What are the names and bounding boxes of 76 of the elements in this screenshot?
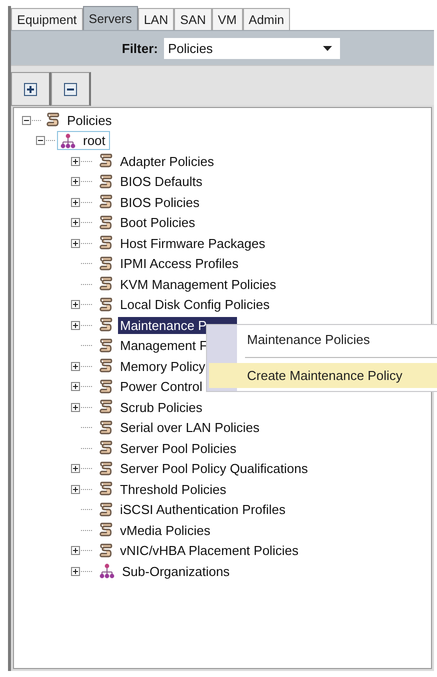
scroll-icon <box>99 214 113 231</box>
tab[interactable]: SAN <box>174 8 212 30</box>
tree-item[interactable]: vMedia Policies <box>118 522 212 539</box>
tree-item[interactable]: BIOS Defaults <box>118 173 204 190</box>
tree-item[interactable]: root <box>81 132 108 150</box>
expand-toggle[interactable] <box>71 156 80 166</box>
tree-item[interactable]: Sub-Organizations <box>120 562 232 580</box>
scroll-icon <box>99 153 113 170</box>
scroll-icon <box>99 481 113 498</box>
scroll-icon <box>99 440 113 456</box>
tree-item[interactable]: KVM Management Policies <box>118 276 278 293</box>
tree-item[interactable]: Local Disk Config Policies <box>118 296 272 314</box>
tree-item[interactable]: iSCSI Authentication Profiles <box>118 501 288 518</box>
expand-toggle[interactable] <box>71 238 80 248</box>
expand-all-button[interactable] <box>11 72 51 106</box>
scroll-icon <box>99 542 113 559</box>
scroll-icon <box>99 522 113 538</box>
tree-item[interactable]: Memory Policy <box>118 358 208 375</box>
expand-toggle[interactable] <box>71 382 80 392</box>
tab[interactable]: VM <box>212 8 243 30</box>
scroll-icon <box>99 460 113 477</box>
tree-item[interactable]: BIOS Policies <box>118 194 202 211</box>
scroll-icon <box>99 235 113 252</box>
expand-toggle[interactable] <box>71 402 80 412</box>
plus-icon <box>24 82 37 96</box>
tree-item[interactable]: Adapter Policies <box>118 152 216 170</box>
tree-item[interactable]: Boot Policies <box>118 214 198 232</box>
expand-toggle[interactable] <box>71 546 80 556</box>
tree-item[interactable]: Server Pool Policy Qualifications <box>118 460 310 478</box>
scroll-icon <box>99 420 113 436</box>
scroll-icon <box>99 194 113 210</box>
expand-toggle[interactable] <box>71 300 80 310</box>
tree-item[interactable]: Policies <box>65 112 114 129</box>
expand-toggle[interactable] <box>71 198 80 207</box>
scroll-icon <box>99 338 113 354</box>
scroll-icon <box>99 276 113 292</box>
expand-toggle[interactable] <box>71 218 80 228</box>
tree-item[interactable]: Power Control <box>118 378 204 396</box>
tab[interactable]: Equipment <box>11 8 83 30</box>
scroll-icon <box>99 317 113 334</box>
minus-icon <box>64 82 77 96</box>
expand-toggle[interactable] <box>71 177 80 186</box>
scroll-icon <box>99 358 113 374</box>
collapse-toggle[interactable] <box>36 136 45 146</box>
expand-toggle[interactable] <box>71 484 80 494</box>
tab[interactable]: Admin <box>242 8 290 30</box>
org-tree-icon <box>99 563 115 580</box>
expand-toggle[interactable] <box>71 566 80 576</box>
scroll-icon <box>99 174 113 190</box>
org-tree-icon <box>60 132 76 149</box>
scroll-icon <box>99 378 113 395</box>
filter-value: Policies <box>168 40 213 56</box>
scroll-icon <box>99 399 113 416</box>
tree-item[interactable]: IPMI Access Profiles <box>118 255 240 272</box>
scroll-icon <box>99 502 113 518</box>
tree-item[interactable]: Scrub Policies <box>118 398 204 416</box>
filter-label: Filter: <box>120 40 158 56</box>
expand-toggle[interactable] <box>71 320 80 330</box>
tree-item[interactable]: Threshold Policies <box>118 480 228 498</box>
dropdown-arrow-icon <box>323 46 332 50</box>
scroll-icon <box>46 112 60 128</box>
collapse-toggle[interactable] <box>22 116 31 125</box>
focused-tree-item[interactable]: root <box>57 131 110 150</box>
tab[interactable]: Servers <box>82 6 138 30</box>
tree-item[interactable]: Serial over LAN Policies <box>118 419 262 436</box>
scroll-icon <box>99 296 113 313</box>
tree-item[interactable]: Server Pool Policies <box>118 440 238 457</box>
expand-toggle[interactable] <box>71 464 80 474</box>
filter-dropdown[interactable]: Policies <box>164 38 340 58</box>
tree-item[interactable]: vNIC/vHBA Placement Policies <box>118 542 300 560</box>
menu-item[interactable]: Create Maintenance Policy <box>209 363 437 388</box>
expand-toggle[interactable] <box>71 362 80 371</box>
collapse-all-button[interactable] <box>51 72 91 106</box>
tree-item[interactable]: Host Firmware Packages <box>118 234 268 252</box>
tab[interactable]: LAN <box>138 8 174 30</box>
scroll-icon <box>99 256 113 272</box>
